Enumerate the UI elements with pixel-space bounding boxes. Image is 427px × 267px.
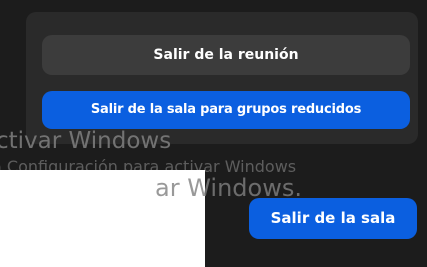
leave-options-popup: Salir de la reunión Salir de la sala par… — [26, 12, 418, 144]
leave-room-button[interactable]: Salir de la sala — [249, 198, 417, 239]
activate-windows-watermark-title: ctivar Windows — [0, 128, 172, 154]
leave-breakout-room-button[interactable]: Salir de la sala para grupos reducidos — [42, 91, 410, 129]
leave-meeting-button[interactable]: Salir de la reunión — [42, 35, 410, 75]
meeting-screen: Salir de la reunión Salir de la sala par… — [0, 0, 427, 267]
